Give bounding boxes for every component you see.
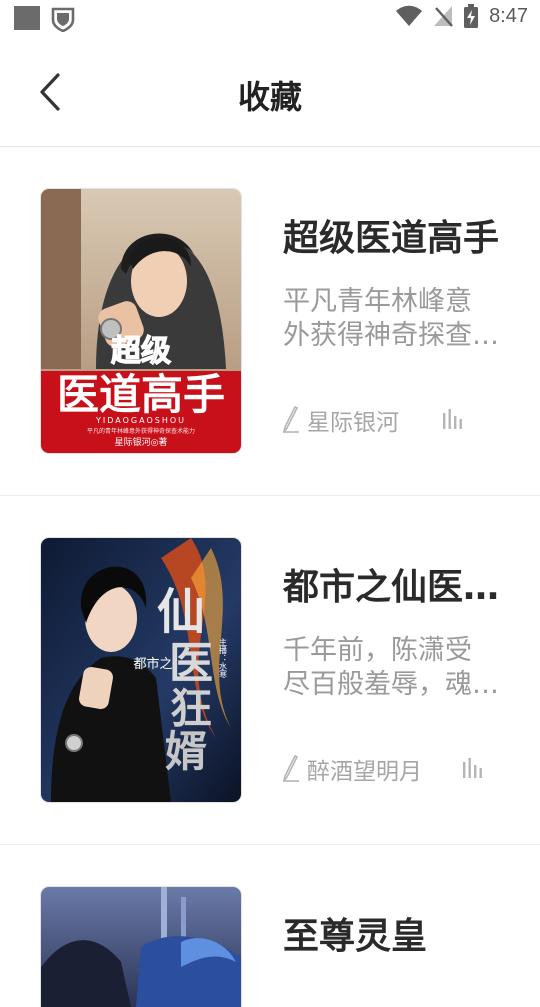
book-item[interactable]: 超级 医道高手 YIDAOGAOSHOU 平凡的青年林峰意外获得神奇探查术能力 … — [0, 147, 540, 496]
stats-bars-icon — [443, 409, 462, 429]
author-name: 醉酒望明月 — [307, 759, 422, 785]
book-title[interactable]: 超级医道高手 — [283, 209, 513, 261]
cover-title-yi: 医 — [169, 638, 213, 689]
cover-title-xian: 仙 — [157, 584, 205, 640]
app-header: 收藏 — [0, 36, 540, 147]
cover-title-top: 超级 — [111, 334, 171, 369]
page-title: 收藏 — [237, 78, 302, 116]
pen-icon — [283, 406, 299, 433]
stats-bars-icon — [463, 758, 482, 778]
desc-line: 平凡青年林峰意 — [283, 286, 472, 317]
pen-icon — [283, 755, 299, 782]
book-cover[interactable] — [41, 887, 241, 1007]
cover-subtitle: 都市之 — [133, 656, 172, 672]
wifi-icon — [396, 5, 423, 26]
cover-author: 星际银河◎著 — [115, 436, 168, 448]
book-description: 平凡青年林峰意 外获得神奇探查… — [283, 285, 503, 353]
book-description: 千年前，陈潇受 尽百般羞辱，魂… — [283, 634, 503, 702]
battery-charging-icon — [464, 4, 479, 28]
shield-icon — [51, 7, 75, 32]
notification-square-icon — [14, 6, 40, 30]
cover-pinyin: YIDAOGAOSHOU — [95, 416, 186, 425]
cover-title-xu: 婿 — [165, 727, 207, 776]
book-cover[interactable]: 仙 医 狂 婿 都市之 主播：水寒 — [41, 538, 241, 802]
cover-title-kuang: 狂 — [170, 684, 212, 733]
cover-credit: 主播：水寒 — [219, 637, 228, 679]
cover-tagline: 平凡的青年林峰意外获得神奇探查术能力 — [87, 427, 195, 435]
cover-title-main: 医道高手 — [57, 370, 225, 419]
favorites-list: 超级 医道高手 YIDAOGAOSHOU 平凡的青年林峰意外获得神奇探查术能力 … — [0, 147, 540, 1007]
clock: 8:47 — [489, 4, 528, 27]
book-title[interactable]: 至尊灵皇 — [283, 907, 513, 959]
author-name: 星际银河 — [307, 410, 399, 436]
book-meta: 醉酒望明月 — [281, 752, 482, 786]
desc-line: 尽百般羞辱，魂… — [283, 669, 499, 700]
book-meta: 星际银河 — [281, 403, 462, 437]
book-item[interactable]: 至尊灵皇 — [0, 845, 540, 1007]
book-cover[interactable]: 超级 医道高手 YIDAOGAOSHOU 平凡的青年林峰意外获得神奇探查术能力 … — [41, 189, 241, 453]
status-bar: 8:47 — [0, 0, 540, 36]
book-title[interactable]: 都市之仙医… — [283, 558, 513, 610]
book-item[interactable]: 仙 医 狂 婿 都市之 主播：水寒 都市之仙医… 千年前，陈潇受 尽百般羞辱，魂… — [0, 496, 540, 845]
desc-line: 千年前，陈潇受 — [283, 635, 472, 666]
desc-line: 外获得神奇探查… — [283, 320, 499, 351]
no-signal-icon — [434, 6, 453, 27]
